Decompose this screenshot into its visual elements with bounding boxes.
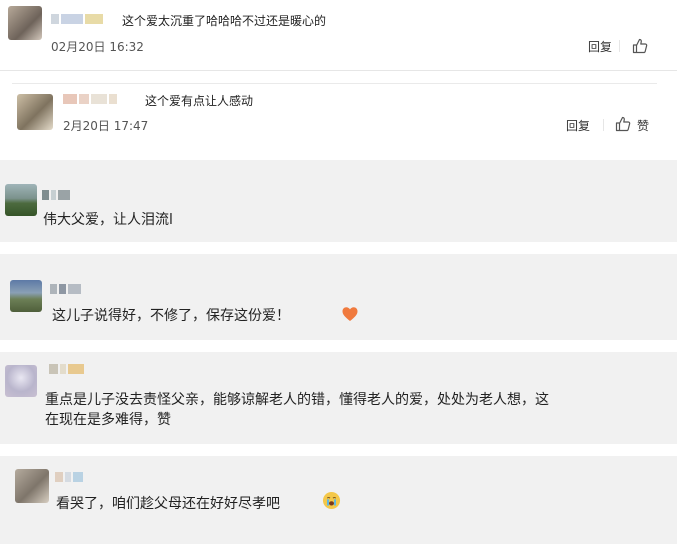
comment-6: 看哭了，咱们趁父母还在好好尽孝吧 xyxy=(0,456,677,544)
username-blurred[interactable] xyxy=(50,283,81,295)
comment-text: 伟大父爱，让人泪流l xyxy=(43,212,173,228)
crying-face-emoji-icon xyxy=(322,491,341,510)
comment-5: 重点是儿子没去责怪父亲，能够谅解老人的错，懂得老人的爱，处处为老人想，这 在现在… xyxy=(0,352,677,444)
divider xyxy=(0,70,677,71)
thumbs-up-icon[interactable] xyxy=(615,116,631,132)
comment-text: 看哭了，咱们趁父母还在好好尽孝吧 xyxy=(56,496,280,512)
thumbs-up-icon[interactable] xyxy=(632,38,648,54)
avatar[interactable] xyxy=(5,365,37,397)
comment-text: 这个爱有点让人感动 xyxy=(145,94,254,108)
comment-text-line2: 在现在是多难得，赞 xyxy=(45,412,171,428)
avatar[interactable] xyxy=(5,184,37,216)
comment-text: 这个爱太沉重了哈哈哈不过还是暖心的 xyxy=(122,14,327,28)
comment-4: 这儿子说得好，不修了，保存这份爱！ xyxy=(0,254,677,340)
comment-date: 02月20日 16:32 xyxy=(51,40,144,54)
avatar[interactable] xyxy=(8,6,42,40)
divider xyxy=(619,40,620,52)
comment-2: 这个爱有点让人感动 2月20日 17:47 回复 赞 xyxy=(0,75,677,147)
username-blurred[interactable] xyxy=(49,363,84,375)
avatar[interactable] xyxy=(15,469,49,503)
username-blurred[interactable] xyxy=(63,93,117,105)
avatar[interactable] xyxy=(17,94,53,130)
comment-1: 这个爱太沉重了哈哈哈不过还是暖心的 02月20日 16:32 回复 xyxy=(0,0,677,66)
username-blurred[interactable] xyxy=(55,471,83,483)
divider xyxy=(603,119,604,131)
comment-text-line1: 重点是儿子没去责怪父亲，能够谅解老人的错，懂得老人的爱，处处为老人想，这 xyxy=(45,392,549,408)
comment-date: 2月20日 17:47 xyxy=(63,119,149,133)
comment-text: 这儿子说得好，不修了，保存这份爱！ xyxy=(52,308,290,324)
avatar[interactable] xyxy=(10,280,42,312)
reply-button[interactable]: 回复 xyxy=(588,38,612,55)
username-blurred[interactable] xyxy=(51,13,103,25)
comment-3: 伟大父爱，让人泪流l xyxy=(0,160,677,242)
reply-button[interactable]: 回复 xyxy=(566,117,590,134)
username-blurred[interactable] xyxy=(42,189,70,201)
heart-emoji-icon xyxy=(342,307,358,321)
like-label[interactable]: 赞 xyxy=(637,117,649,134)
